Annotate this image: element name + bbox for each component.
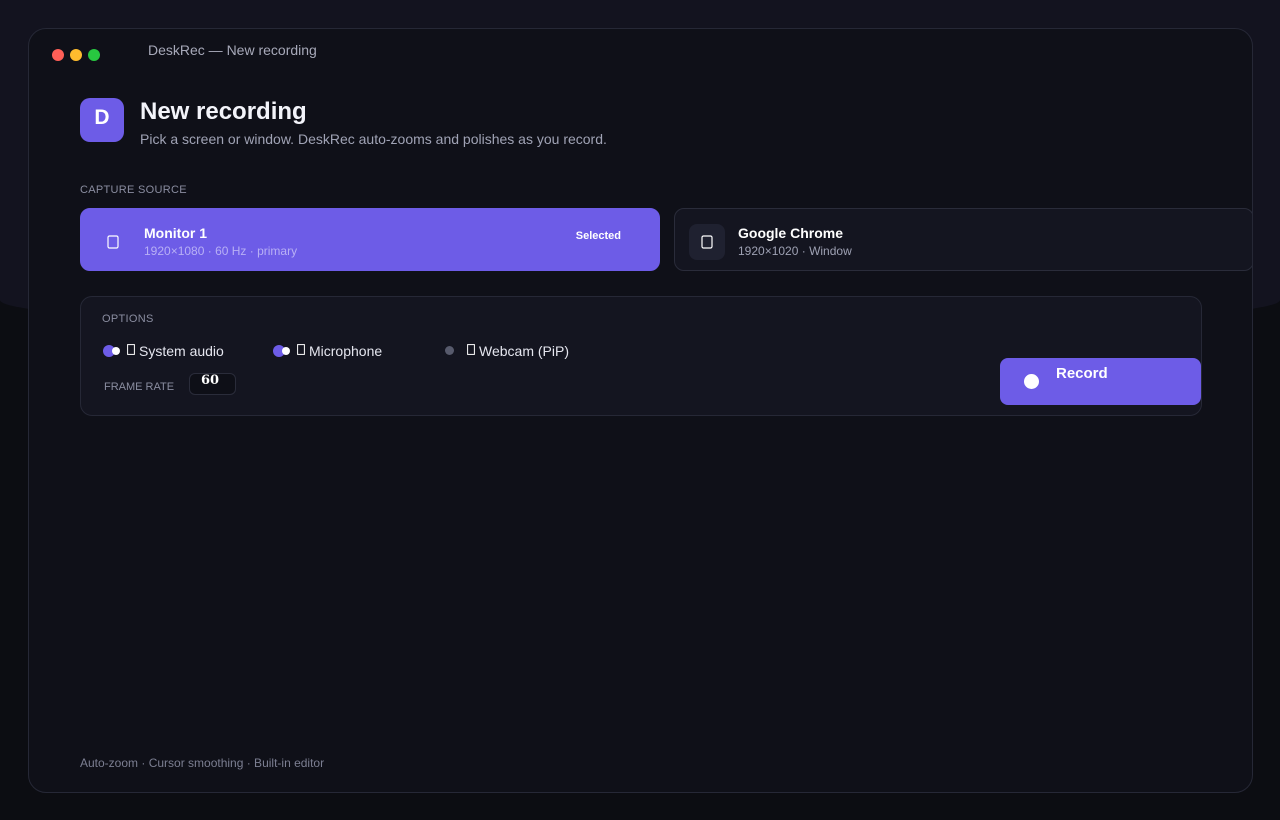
app-window: DeskRec — New recording D New recording … (28, 28, 1253, 793)
source-name: Monitor 1 (144, 225, 207, 241)
app-logo: D (80, 98, 124, 142)
options-panel: OPTIONS System audio Microphone Webcam (… (80, 296, 1202, 416)
footer-features: Auto-zoom · Cursor smoothing · Built-in … (80, 756, 325, 770)
webcam-option[interactable]: Webcam (PiP) (443, 341, 569, 361)
microphone-toggle[interactable] (273, 344, 295, 358)
minimize-window-button[interactable] (70, 49, 82, 61)
webcam-toggle[interactable] (443, 344, 465, 358)
system-audio-option[interactable]: System audio (103, 341, 224, 361)
system-audio-label: System audio (139, 343, 224, 359)
frame-rate-input[interactable]: 60 (189, 373, 236, 395)
options-label: OPTIONS (102, 313, 154, 325)
microphone-label: Microphone (309, 343, 383, 359)
webcam-icon (467, 344, 475, 358)
maximize-window-button[interactable] (88, 49, 100, 61)
source-meta: 1920×1080 · 60 Hz · primary (144, 244, 298, 258)
monitor-icon (95, 224, 131, 260)
record-label: Record (1056, 365, 1108, 382)
window-title: DeskRec — New recording (148, 42, 317, 58)
source-name: Google Chrome (738, 225, 844, 241)
webcam-label: Webcam (PiP) (479, 343, 569, 359)
capture-source-label: CAPTURE SOURCE (80, 184, 187, 196)
record-icon (1024, 374, 1039, 389)
microphone-icon (297, 344, 305, 358)
close-window-button[interactable] (52, 49, 64, 61)
selected-badge: Selected (575, 230, 621, 242)
page-subtitle: Pick a screen or window. DeskRec auto-zo… (140, 131, 607, 147)
system-audio-toggle[interactable] (103, 344, 125, 358)
window-icon (689, 224, 725, 260)
microphone-option[interactable]: Microphone (273, 341, 382, 361)
page-title: New recording (140, 98, 307, 125)
source-meta: 1920×1020 · Window (738, 244, 852, 258)
frame-rate-label: FRAME RATE (104, 381, 175, 393)
record-button[interactable]: Record (1000, 358, 1201, 405)
speaker-icon (127, 344, 135, 358)
source-card-monitor-1[interactable]: Monitor 1 1920×1080 · 60 Hz · primary Se… (80, 208, 660, 271)
source-card-google-chrome[interactable]: Google Chrome 1920×1020 · Window (674, 208, 1252, 271)
